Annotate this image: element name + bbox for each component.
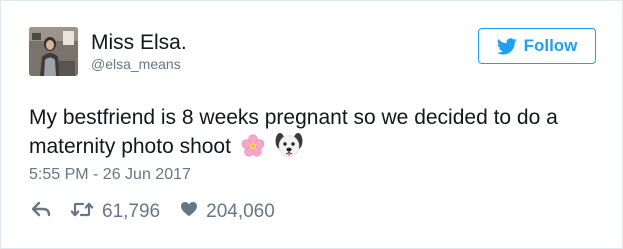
reply-button[interactable]: [31, 201, 51, 223]
tweet-timestamp[interactable]: 5:55 PM - 26 Jun 2017: [29, 165, 191, 185]
avatar[interactable]: [29, 27, 78, 76]
twitter-bird-icon: [496, 37, 517, 55]
cherry-blossom-emoji: [241, 134, 265, 166]
display-name[interactable]: Miss Elsa.: [91, 31, 187, 55]
tweet-actions: 61,796 204,060: [31, 200, 275, 224]
retweet-icon: [70, 201, 94, 224]
like-button[interactable]: 204,060: [180, 201, 275, 223]
retweet-button[interactable]: 61,796: [70, 201, 160, 224]
retweet-count: 61,796: [102, 201, 161, 222]
like-count: 204,060: [206, 201, 275, 222]
tweet-card: Miss Elsa. @elsa_means Follow My bestfri…: [0, 0, 623, 249]
reply-icon: [31, 201, 51, 223]
tweet-text: My bestfriend is 8 weeks pregnant so we …: [29, 103, 609, 166]
dog-face-emoji: [275, 132, 303, 166]
follow-button[interactable]: Follow: [478, 28, 596, 64]
follow-button-label: Follow: [523, 36, 578, 55]
heart-icon: [180, 201, 198, 223]
user-handle[interactable]: @elsa_means: [91, 55, 181, 73]
